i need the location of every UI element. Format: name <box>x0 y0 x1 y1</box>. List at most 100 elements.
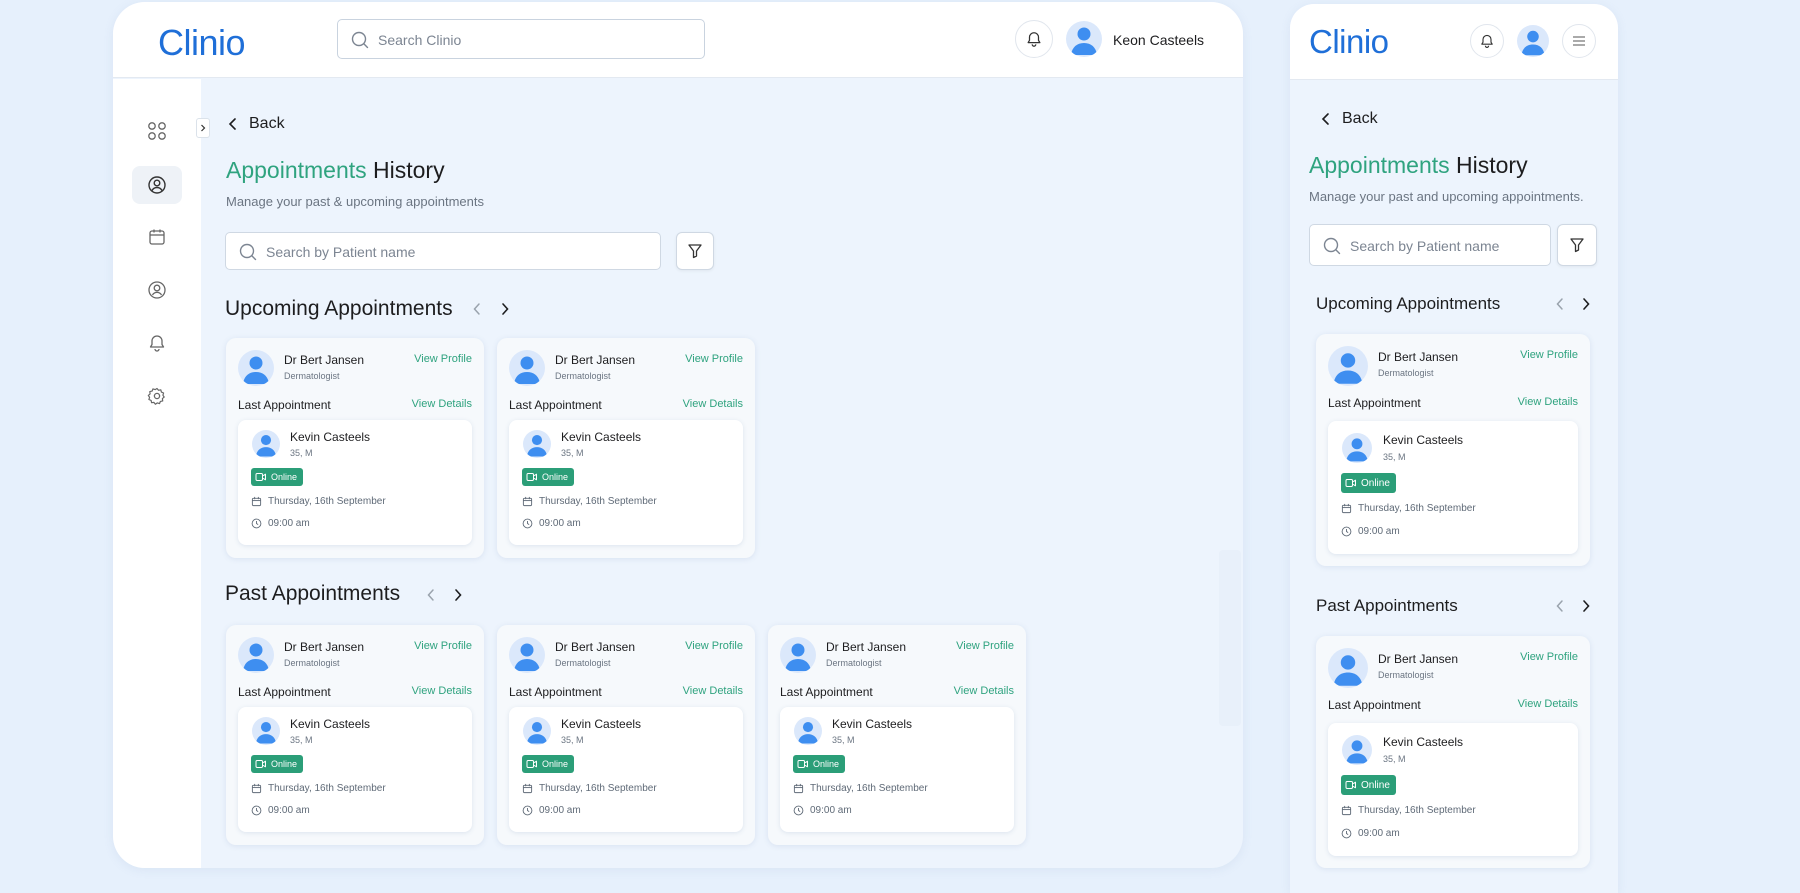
filter-icon <box>1570 238 1584 253</box>
doctor-avatar[interactable] <box>509 350 545 386</box>
patient-age-gender: 35, M <box>561 735 584 745</box>
view-profile-link[interactable]: View Profile <box>685 353 743 365</box>
sidebar-item-profile[interactable] <box>132 166 182 204</box>
appointment-card[interactable]: Dr Bert Jansen Dermatologist View Profil… <box>1316 334 1590 566</box>
upcoming-next-button[interactable] <box>496 300 514 318</box>
online-badge: Online <box>1341 775 1396 795</box>
appointment-date-text: Thursday, 16th September <box>539 496 657 507</box>
chevron-left-icon <box>228 118 236 130</box>
online-badge-label: Online <box>542 759 569 769</box>
doctor-avatar-icon <box>514 356 540 384</box>
doctor-avatar[interactable] <box>238 637 274 673</box>
view-details-link[interactable]: View Details <box>1518 396 1578 408</box>
view-profile-link[interactable]: View Profile <box>414 353 472 365</box>
patient-avatar <box>252 430 280 458</box>
patient-search-placeholder: Search by Patient name <box>1350 238 1500 254</box>
user-name[interactable]: Keon Casteels <box>1113 32 1204 48</box>
clock-icon <box>793 805 804 816</box>
video-call-icon <box>1345 479 1356 487</box>
patient-name: Kevin Casteels <box>561 717 642 731</box>
view-details-link[interactable]: View Details <box>954 685 1014 697</box>
past-next-button[interactable] <box>1577 597 1595 615</box>
appointment-card[interactable]: Dr Bert Jansen Dermatologist View Profil… <box>768 625 1026 845</box>
patient-age-gender: 35, M <box>832 735 855 745</box>
upcoming-prev-button[interactable] <box>468 300 486 318</box>
doctor-avatar[interactable] <box>1328 346 1368 386</box>
past-next-button[interactable] <box>449 586 467 604</box>
sidebar-item-settings[interactable] <box>132 377 182 415</box>
doctor-avatar-icon <box>1333 353 1363 384</box>
upcoming-next-button[interactable] <box>1577 295 1595 313</box>
filter-button[interactable] <box>1557 224 1597 266</box>
clock-icon <box>1341 828 1352 839</box>
search-icon <box>1323 237 1341 255</box>
appointment-card[interactable]: Dr Bert Jansen Dermatologist View Profil… <box>1316 636 1590 868</box>
video-call-icon <box>255 473 266 481</box>
doctor-avatar[interactable] <box>1328 648 1368 688</box>
appointment-date-text: Thursday, 16th September <box>268 783 386 794</box>
chevron-right-icon <box>1583 298 1590 310</box>
appointment-time-text: 09:00 am <box>1358 828 1400 839</box>
view-details-link[interactable]: View Details <box>412 685 472 697</box>
patient-search-input[interactable]: Search by Patient name <box>225 232 661 270</box>
view-profile-link[interactable]: View Profile <box>1520 349 1578 361</box>
view-profile-link[interactable]: View Profile <box>956 640 1014 652</box>
patient-avatar-icon <box>526 722 548 744</box>
appointment-detail-box: Kevin Casteels 35, M Online Thursday, 16… <box>780 707 1014 832</box>
patient-age-gender: 35, M <box>290 735 313 745</box>
view-details-link[interactable]: View Details <box>1518 698 1578 710</box>
view-profile-link[interactable]: View Profile <box>414 640 472 652</box>
patient-name: Kevin Casteels <box>1383 433 1464 447</box>
video-call-icon <box>255 760 266 768</box>
doctor-avatar[interactable] <box>780 637 816 673</box>
patient-age-gender: 35, M <box>290 448 313 458</box>
view-profile-link[interactable]: View Profile <box>685 640 743 652</box>
past-prev-button[interactable] <box>1551 597 1569 615</box>
doctor-name: Dr Bert Jansen <box>555 353 636 367</box>
appointment-card[interactable]: Dr Bert Jansen Dermatologist View Profil… <box>226 338 484 558</box>
page-title-highlight: Appointments <box>226 157 367 183</box>
logo[interactable]: Clinio <box>1309 23 1389 61</box>
doctor-avatar[interactable] <box>509 637 545 673</box>
back-button[interactable]: Back <box>227 115 285 133</box>
patient-search-input[interactable]: Search by Patient name <box>1309 224 1551 266</box>
appointment-card[interactable]: Dr Bert Jansen Dermatologist View Profil… <box>497 338 755 558</box>
doctor-avatar[interactable] <box>238 350 274 386</box>
sidebar-item-patients[interactable] <box>132 271 182 309</box>
doctor-name: Dr Bert Jansen <box>826 640 907 654</box>
appointment-card[interactable]: Dr Bert Jansen Dermatologist View Profil… <box>226 625 484 845</box>
back-button[interactable]: Back <box>1320 110 1378 128</box>
appointment-time-text: 09:00 am <box>810 805 852 816</box>
patient-avatar-icon <box>797 722 819 744</box>
sidebar-item-dashboard[interactable] <box>132 112 182 150</box>
chevron-right-icon <box>502 303 509 315</box>
scrollbar[interactable] <box>1219 550 1241 726</box>
view-profile-link[interactable]: View Profile <box>1520 651 1578 663</box>
calendar-icon <box>1341 805 1352 816</box>
appointment-date-text: Thursday, 16th September <box>268 496 386 507</box>
search-icon <box>239 243 257 261</box>
notifications-button[interactable] <box>1015 20 1053 58</box>
global-search-input[interactable]: Search Clinio <box>337 19 705 59</box>
sidebar-item-notifications[interactable] <box>132 324 182 362</box>
past-prev-button[interactable] <box>422 586 440 604</box>
menu-button[interactable] <box>1562 24 1596 58</box>
video-call-icon <box>526 473 537 481</box>
filter-button[interactable] <box>676 232 714 270</box>
online-badge-label: Online <box>1361 477 1390 489</box>
notifications-button[interactable] <box>1470 24 1504 58</box>
sidebar-item-calendar[interactable] <box>132 218 182 256</box>
logo[interactable]: Clinio <box>158 22 246 64</box>
upcoming-prev-button[interactable] <box>1551 295 1569 313</box>
user-avatar[interactable] <box>1517 25 1549 57</box>
desktop-view: Clinio Search Clinio Keon Casteels Back … <box>113 2 1243 868</box>
user-avatar-icon <box>1521 30 1545 56</box>
user-avatar[interactable] <box>1066 21 1102 57</box>
view-details-link[interactable]: View Details <box>683 398 743 410</box>
patient-avatar-icon <box>526 435 548 457</box>
view-details-link[interactable]: View Details <box>412 398 472 410</box>
doctor-specialty: Dermatologist <box>1378 368 1434 378</box>
view-details-link[interactable]: View Details <box>683 685 743 697</box>
appointment-card[interactable]: Dr Bert Jansen Dermatologist View Profil… <box>497 625 755 845</box>
sidebar-collapse-toggle[interactable] <box>196 118 210 138</box>
